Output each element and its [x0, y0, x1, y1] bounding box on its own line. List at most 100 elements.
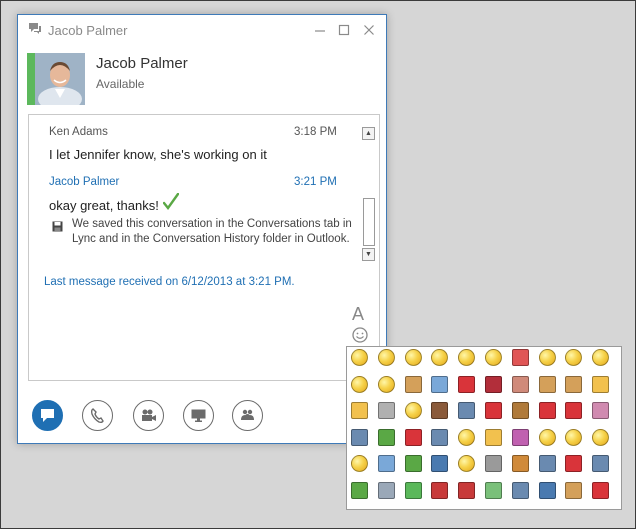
- vertical-scrollbar[interactable]: ▲ ▼: [362, 127, 375, 261]
- title-bar[interactable]: Jacob Palmer: [18, 15, 386, 47]
- scroll-track[interactable]: [362, 140, 375, 248]
- maximize-icon[interactable]: [335, 21, 353, 39]
- close-icon[interactable]: [360, 21, 378, 39]
- emoticon-item[interactable]: [511, 402, 529, 419]
- emoticon-item[interactable]: [538, 455, 556, 472]
- emoticon-item[interactable]: [404, 349, 422, 366]
- emoticon-item[interactable]: [351, 402, 368, 419]
- emoticon-item[interactable]: [592, 428, 610, 446]
- emoticon-item[interactable]: [485, 481, 502, 499]
- emoticon-item[interactable]: [458, 402, 476, 419]
- message-time: 3:21 PM: [294, 176, 337, 188]
- video-button[interactable]: [133, 400, 164, 431]
- scroll-up-icon[interactable]: ▲: [362, 127, 375, 140]
- emoticon-item[interactable]: [485, 455, 502, 472]
- emoticon-item[interactable]: [538, 481, 556, 499]
- emoticon-item[interactable]: [538, 428, 556, 446]
- check-icon: [163, 193, 179, 210]
- emoticon-item[interactable]: [351, 428, 368, 446]
- emoticon-item[interactable]: [404, 402, 422, 419]
- emoticon-item[interactable]: [485, 402, 502, 419]
- emoticon-item[interactable]: [592, 455, 610, 472]
- present-button[interactable]: [183, 400, 214, 431]
- emoticon-item[interactable]: [458, 455, 476, 472]
- contact-name[interactable]: Jacob Palmer: [96, 55, 188, 72]
- emoticon-item[interactable]: [538, 349, 556, 366]
- emoticon-item[interactable]: [431, 455, 449, 472]
- emoticon-item[interactable]: [404, 375, 422, 393]
- emoticon-item[interactable]: [592, 481, 610, 499]
- emoticon-item[interactable]: [431, 349, 449, 366]
- emoticon-item[interactable]: [377, 428, 395, 446]
- emoticon-item[interactable]: [538, 375, 556, 393]
- emoticon-item[interactable]: [592, 402, 610, 419]
- presence-indicator: [27, 53, 35, 105]
- phone-icon: [90, 408, 104, 424]
- emoticon-item[interactable]: [351, 349, 368, 366]
- emoticon-item[interactable]: [431, 481, 449, 499]
- message-time: 3:18 PM: [294, 126, 337, 138]
- emoticon-item[interactable]: [565, 455, 583, 472]
- emoticon-item[interactable]: [377, 455, 395, 472]
- participants-button[interactable]: [232, 400, 263, 431]
- emoticon-item[interactable]: [592, 349, 610, 366]
- call-button[interactable]: [82, 400, 113, 431]
- emoticon-item[interactable]: [351, 455, 368, 472]
- conversation-window: Jacob Palmer Jacob Palmer Available Ken: [17, 14, 387, 444]
- emoticon-item[interactable]: [377, 375, 395, 393]
- message-text: okay great, thanks!: [49, 198, 159, 213]
- emoticon-item[interactable]: [377, 349, 395, 366]
- emoticon-item[interactable]: [565, 349, 583, 366]
- message-sender: Jacob Palmer: [49, 176, 120, 188]
- font-icon[interactable]: A: [352, 304, 364, 325]
- emoticon-item[interactable]: [592, 375, 610, 393]
- emoticon-item[interactable]: [511, 349, 529, 366]
- emoticon-item[interactable]: [351, 375, 368, 393]
- emoticon-item[interactable]: [565, 428, 583, 446]
- action-bar: [18, 393, 386, 443]
- emoticon-item[interactable]: [404, 455, 422, 472]
- scroll-down-icon[interactable]: ▼: [362, 248, 375, 261]
- people-icon: [241, 409, 254, 420]
- minimize-icon[interactable]: [311, 21, 329, 39]
- emoticon-item[interactable]: [511, 428, 529, 446]
- emoticon-item[interactable]: [404, 481, 422, 499]
- scroll-thumb[interactable]: [363, 198, 375, 246]
- emoticon-item[interactable]: [458, 428, 476, 446]
- window-title: Jacob Palmer: [48, 23, 128, 38]
- message-text: I let Jennifer know, she's working on it: [49, 147, 267, 162]
- emoticon-item[interactable]: [431, 428, 449, 446]
- emoticon-item[interactable]: [458, 375, 476, 393]
- emoticon-item[interactable]: [511, 481, 529, 499]
- emoticon-item[interactable]: [511, 375, 529, 393]
- contact-header: Jacob Palmer Available: [27, 53, 377, 105]
- emoticon-item[interactable]: [431, 375, 449, 393]
- emoticon-item[interactable]: [485, 375, 502, 393]
- emoticon-item[interactable]: [351, 481, 368, 499]
- message-input[interactable]: A: [28, 296, 380, 381]
- emoticon-item[interactable]: [485, 428, 502, 446]
- emoticon-item[interactable]: [458, 481, 476, 499]
- smiley-icon[interactable]: [351, 326, 369, 344]
- conversation-history[interactable]: Ken Adams 3:18 PM I let Jennifer know, s…: [28, 114, 380, 298]
- emoticon-item[interactable]: [458, 349, 476, 366]
- emoticon-item[interactable]: [565, 481, 583, 499]
- emoticon-item[interactable]: [565, 402, 583, 419]
- chat-bubble-icon: [41, 409, 54, 422]
- video-camera-icon: [142, 409, 156, 421]
- emoticon-item[interactable]: [377, 402, 395, 419]
- monitor-icon: [191, 409, 206, 422]
- emoticon-item[interactable]: [431, 402, 449, 419]
- message-sender: Ken Adams: [49, 126, 108, 138]
- emoticon-item[interactable]: [565, 375, 583, 393]
- conversation-saved-notice: We saved this conversation in the Conver…: [72, 218, 352, 245]
- contact-status: Available: [96, 77, 145, 91]
- emoticon-item[interactable]: [538, 402, 556, 419]
- save-icon: [52, 221, 63, 232]
- emoticon-item[interactable]: [377, 481, 395, 499]
- emoticon-item[interactable]: [404, 428, 422, 446]
- avatar[interactable]: [35, 53, 85, 105]
- emoticon-item[interactable]: [485, 349, 502, 366]
- emoticon-item[interactable]: [511, 455, 529, 472]
- im-button[interactable]: [32, 400, 63, 431]
